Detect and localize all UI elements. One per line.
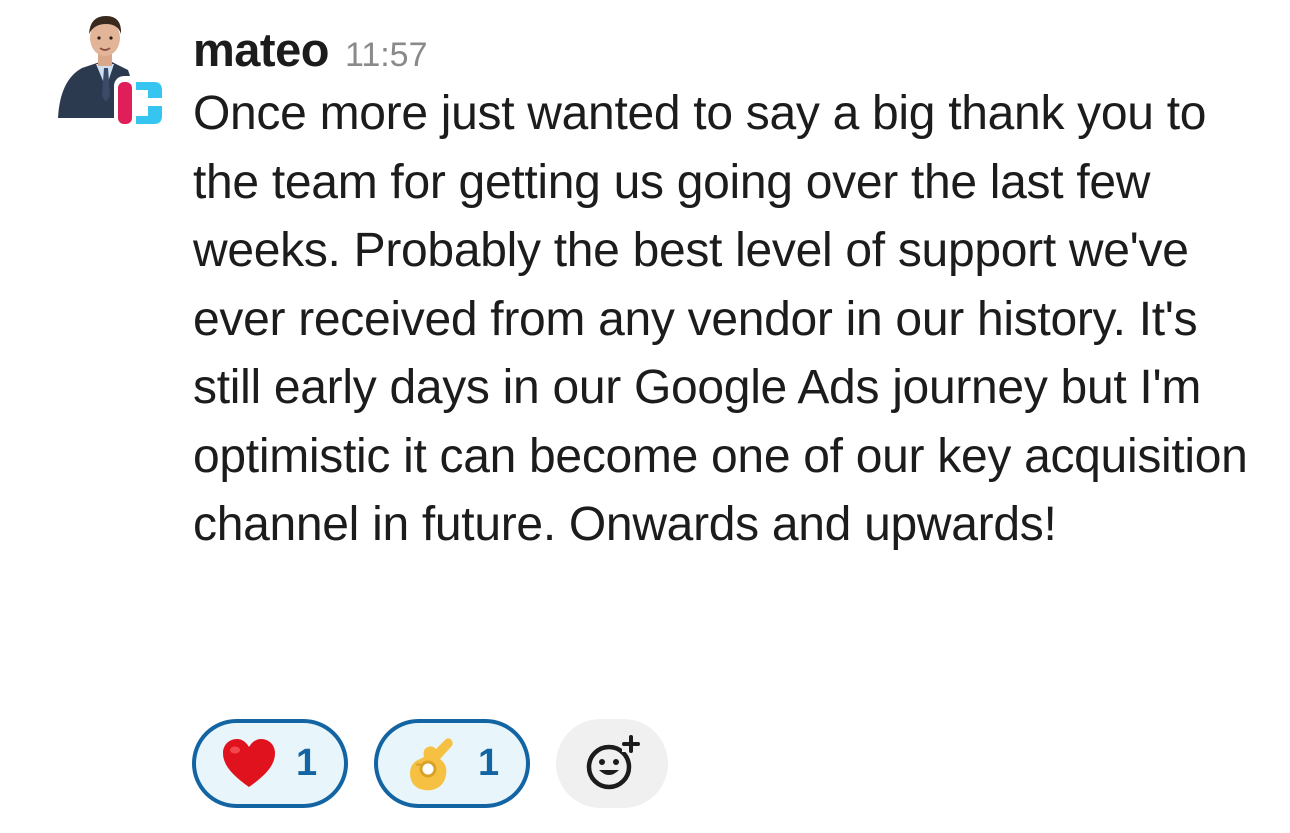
- reaction-heart[interactable]: 1: [192, 719, 348, 808]
- message-text: Once more just wanted to say a big thank…: [193, 87, 1248, 551]
- ok-hand-emoji-icon: [410, 737, 453, 790]
- timestamp[interactable]: 11:57: [345, 36, 428, 75]
- reaction-ok-hand[interactable]: 1: [374, 719, 530, 808]
- avatar[interactable]: [56, 10, 166, 128]
- username[interactable]: mateo: [193, 22, 329, 77]
- reaction-count: 1: [478, 742, 500, 784]
- chat-message: mateo 11:57 Once more just wanted to say…: [0, 0, 1290, 833]
- add-reaction-icon: [586, 733, 640, 789]
- reaction-count: 1: [296, 742, 318, 784]
- add-reaction-button[interactable]: [556, 719, 668, 808]
- app-logo-badge-icon: [114, 76, 166, 128]
- message-content: mateo 11:57 Once more just wanted to say…: [193, 22, 1273, 560]
- red-heart-emoji-icon: [223, 738, 275, 787]
- message-header: mateo 11:57: [193, 22, 1273, 77]
- reactions-bar: 1 1: [192, 719, 668, 808]
